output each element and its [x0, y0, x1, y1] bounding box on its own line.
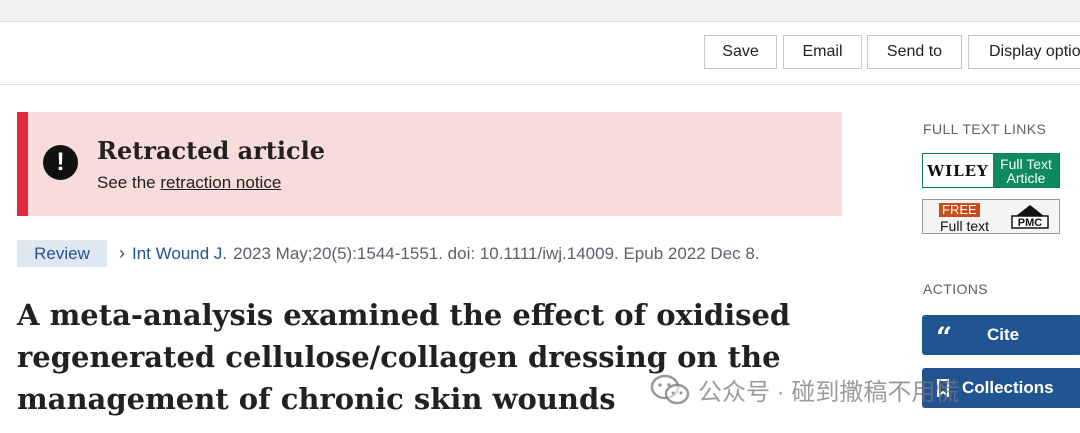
wiley-line-2: Article — [1006, 169, 1046, 186]
free-badge: FREE — [939, 203, 980, 217]
wiley-full-text-label: Full Text Article — [993, 154, 1059, 187]
pmc-full-text-link[interactable]: FREE Full text PMC — [922, 199, 1060, 234]
watermark-text: 公众号 · 碰到撒稿不用慌 — [698, 379, 960, 406]
retraction-prefix: See the — [97, 173, 161, 192]
collections-label: Collections — [962, 378, 1054, 397]
article-type-badge: Review — [17, 240, 107, 267]
wiley-line-1: Full Text — [1000, 155, 1052, 172]
chevron-right-icon[interactable]: › — [119, 243, 125, 264]
send-to-button[interactable]: Send to — [867, 35, 962, 69]
title-line: regenerated cellulose/collagen dressing … — [17, 340, 781, 374]
full-text-links-heading: FULL TEXT LINKS — [923, 121, 1047, 137]
citation-details: 2023 May;20(5):1544-1551. doi: 10.1111/i… — [233, 243, 760, 263]
retraction-banner: ! Retracted article See the retraction n… — [17, 112, 842, 216]
toolbar-divider — [0, 84, 1080, 85]
article-toolbar: Save Email Send to Display options — [0, 35, 1080, 71]
cite-button[interactable]: “ Cite — [922, 315, 1080, 355]
journal-link[interactable]: Int Wound J. — [132, 244, 227, 264]
browser-top-bar — [0, 0, 1080, 22]
quote-icon: “ — [936, 321, 953, 354]
citation-row: Review › Int Wound J. 2023 May;20(5):154… — [17, 240, 760, 267]
save-button[interactable]: Save — [704, 35, 777, 69]
wiley-full-text-link[interactable]: WILEY Full Text Article — [922, 153, 1060, 188]
retraction-notice-link[interactable]: retraction notice — [160, 173, 281, 192]
display-options-button[interactable]: Display options — [968, 35, 1080, 69]
pmc-full-text-label: Full text — [940, 218, 990, 234]
exclamation-circle-icon: ! — [43, 145, 78, 180]
cite-label: Cite — [987, 325, 1020, 344]
retraction-subtext: See the retraction notice — [97, 173, 281, 193]
wechat-icon — [650, 374, 690, 404]
email-button[interactable]: Email — [783, 35, 862, 69]
actions-heading: ACTIONS — [923, 281, 989, 297]
pmc-logo-icon: PMC — [1011, 205, 1049, 229]
retraction-title: Retracted article — [97, 136, 325, 165]
pmc-logo-text: PMC — [1018, 217, 1043, 229]
title-line: A meta-analysis examined the effect of o… — [17, 298, 791, 332]
wechat-watermark: 公众号 · 碰到撒稿不用慌 — [650, 372, 959, 407]
title-line: management of chronic skin wounds — [17, 382, 616, 416]
wiley-logo: WILEY — [923, 154, 993, 187]
